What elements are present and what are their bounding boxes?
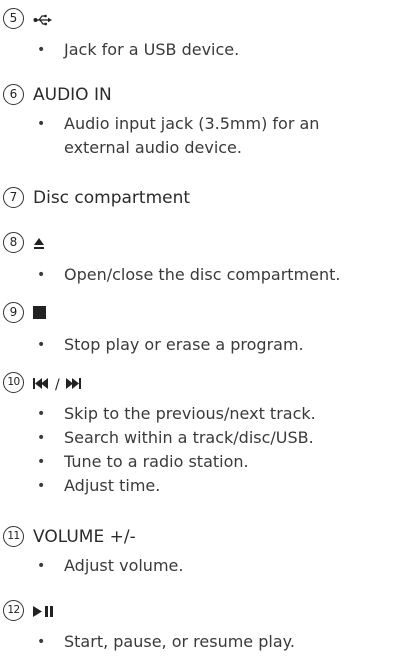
bullet: • Stop play or erase a program. [37,335,304,354]
item-6: 6 AUDIO IN • Audio input jack (3.5mm) for… [0,84,419,160]
item-title: AUDIO IN [33,85,112,105]
item-5: 5 • Jack for a USB device. [0,8,419,62]
item-number: 8 [3,232,24,253]
prev-next-icon: / [33,376,101,395]
item-title: Disc compartment [33,188,191,208]
bullet: • Adjust volume. [37,556,184,575]
item-9: 9 • Stop play or erase a program. [0,302,419,357]
play-pause-icon [33,604,61,623]
item-8: 8 • Open/close the disc compartment. [0,232,419,287]
item-11: 11 VOLUME +/- • Adjust volume. [0,526,419,578]
item-number: 7 [3,187,24,208]
bullet: • Audio input jack (3.5mm) for an external… [37,114,320,157]
item-number: 6 [3,84,24,105]
usb-icon [33,12,53,31]
item-number: 9 [3,302,24,323]
stop-icon [33,305,47,324]
bullet: • Start, pause, or resume play. [37,632,295,651]
item-12: 12 • Start, pause, or resume play. [0,600,419,654]
bullet: • Tune to a radio station. [37,452,249,471]
item-number: 11 [3,526,24,547]
item-number: 12 [3,600,24,621]
bullet: • Jack for a USB device. [37,40,240,59]
item-10: 10 / • Skip to the previous/next track. •… [0,372,419,498]
item-title: VOLUME +/- [33,527,136,547]
item-number: 5 [3,8,24,29]
item-number: 10 [3,372,24,393]
bullet: • Adjust time. [37,476,161,495]
svg-text:/: / [55,377,60,391]
bullet: • Search within a track/disc/USB. [37,428,314,447]
bullet: • Open/close the disc compartment. [37,265,341,284]
item-7: 7 Disc compartment [0,187,419,211]
eject-icon [33,236,45,255]
bullet: • Skip to the previous/next track. [37,404,316,423]
